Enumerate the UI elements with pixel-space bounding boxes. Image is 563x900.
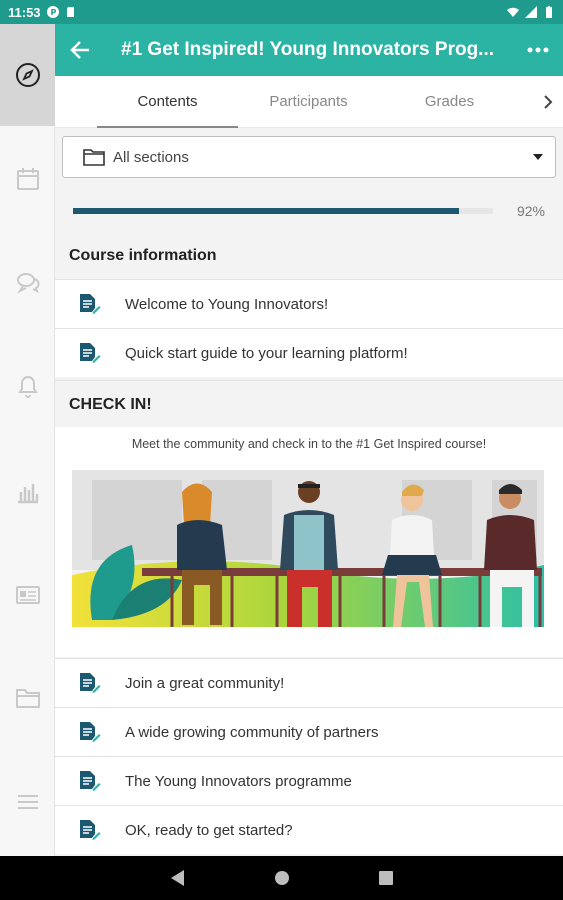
rail-item-explore[interactable] [0, 24, 55, 126]
community-illustration [72, 470, 544, 627]
document-icon [80, 673, 101, 693]
side-navigation-rail [0, 24, 55, 856]
list-item[interactable]: Welcome to Young Innovators! [55, 279, 563, 328]
list-item-label: The Young Innovators programme [125, 772, 352, 790]
document-icon [80, 820, 101, 840]
list-item[interactable]: The Young Innovators programme [55, 756, 563, 805]
nav-recents-icon[interactable] [378, 871, 393, 885]
list-item[interactable]: OK, ready to get started? [55, 805, 563, 854]
list-item-label: Quick start guide to your learning platf… [125, 344, 408, 362]
section-title: CHECK IN! [55, 380, 563, 428]
signal-icon [525, 6, 537, 18]
wifi-icon [507, 7, 519, 17]
progress-percent: 92% [516, 203, 545, 219]
chat-icon [16, 273, 40, 294]
arrow-back-icon [70, 41, 89, 59]
page-title: #1 Get Inspired! Young Innovators Prog..… [121, 39, 495, 60]
status-time: 11:53 [8, 4, 41, 20]
rail-item-messages[interactable] [0, 252, 55, 312]
rail-item-calendar[interactable] [0, 149, 55, 209]
rail-item-grades[interactable] [0, 462, 55, 522]
section-summary: Meet the community and check in to the #… [55, 427, 563, 657]
list-item-label: A wide growing community of partners [125, 723, 379, 741]
section-title: Course information [69, 247, 217, 264]
chevron-right-icon [544, 94, 553, 109]
battery-icon [546, 6, 552, 18]
tab-participants[interactable]: Participants [238, 76, 379, 128]
status-bar: 11:53 P [0, 0, 563, 24]
id-card-icon [15, 586, 40, 604]
tab-grades[interactable]: Grades [379, 76, 520, 128]
sd-card-icon [66, 7, 74, 17]
tab-bar: Contents Participants Grades [55, 76, 563, 128]
list-item[interactable]: A wide growing community of partners [55, 707, 563, 756]
menu-icon [17, 795, 38, 809]
bell-icon [17, 375, 38, 398]
nav-home-icon[interactable] [274, 871, 289, 885]
list-item-label: Welcome to Young Innovators! [125, 295, 329, 313]
tabs-next-button[interactable] [533, 94, 563, 109]
document-icon [80, 722, 101, 742]
list-item-label: Join a great community! [125, 674, 285, 692]
system-navigation-bar [0, 856, 563, 900]
app-bar: #1 Get Inspired! Young Innovators Prog..… [55, 24, 563, 76]
rail-item-notifications[interactable] [0, 357, 55, 417]
course-contents: All sections 92% Course information Welc… [55, 128, 563, 856]
rail-item-more[interactable] [0, 772, 55, 832]
tab-contents[interactable]: Contents [97, 76, 238, 128]
section-select-value: All sections [113, 148, 189, 166]
more-options-button[interactable] [513, 24, 563, 76]
calendar-icon [16, 168, 39, 190]
list-item[interactable]: Quick start guide to your learning platf… [55, 328, 563, 377]
back-button[interactable] [55, 24, 105, 76]
document-icon [80, 343, 101, 363]
nav-back-icon[interactable] [170, 870, 185, 886]
list-item[interactable]: Join a great community! [55, 658, 563, 707]
progress-bar-fill [73, 208, 460, 214]
list-item-label: OK, ready to get started? [125, 821, 293, 839]
dropdown-caret-icon [533, 154, 543, 160]
rail-item-badges[interactable] [0, 565, 55, 625]
section-select[interactable]: All sections [62, 136, 556, 178]
rail-item-files[interactable] [0, 668, 55, 728]
more-horizontal-icon [527, 47, 549, 53]
document-icon [80, 294, 101, 314]
folder-icon [15, 689, 40, 708]
chart-icon [17, 484, 38, 504]
compass-icon [15, 63, 40, 87]
course-progress: 92% [55, 186, 563, 236]
progress-bar [73, 208, 493, 214]
folder-outline-icon [83, 149, 105, 166]
app-notification-icon: P [46, 6, 59, 18]
svg-text:P: P [50, 8, 56, 17]
document-icon [80, 771, 101, 791]
section-summary-text: Meet the community and check in to the #… [131, 437, 487, 451]
